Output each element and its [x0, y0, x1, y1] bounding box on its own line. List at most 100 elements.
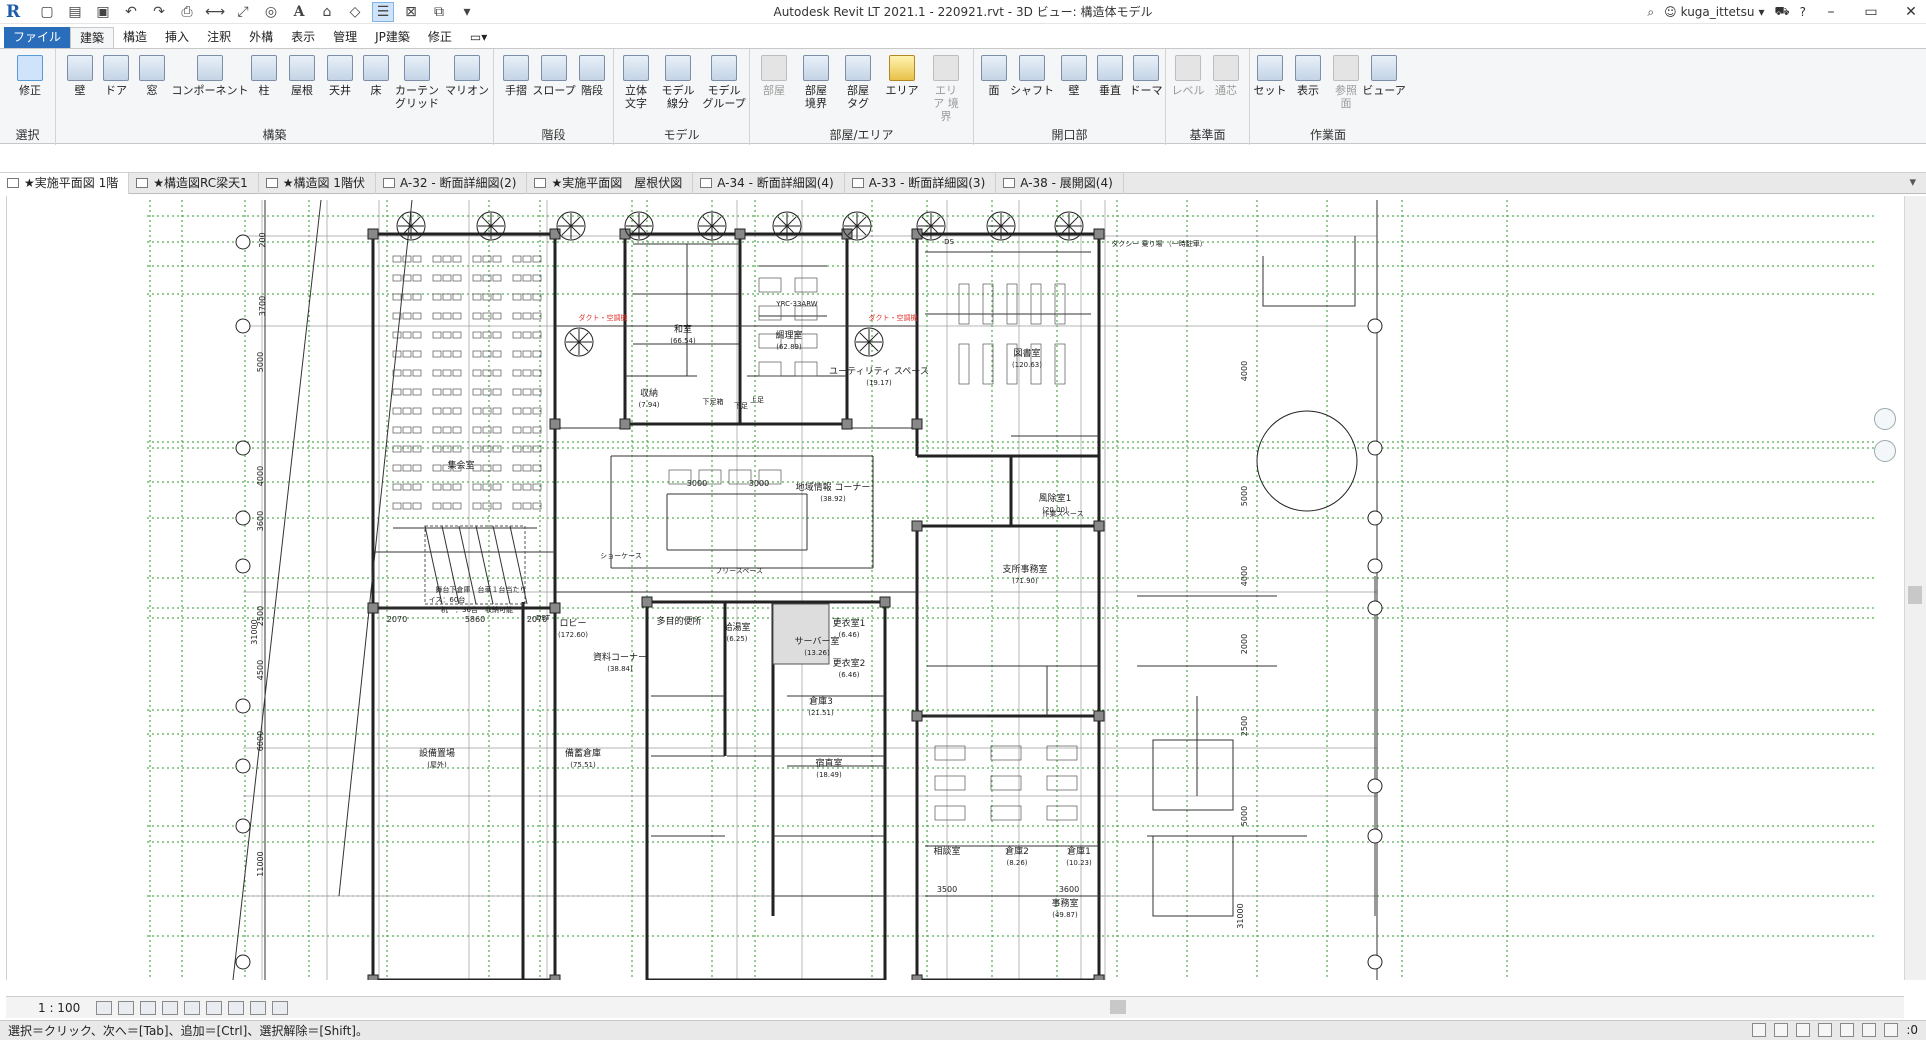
open-icon[interactable]: ▢ — [36, 2, 58, 22]
viewer-button[interactable]: ビューア — [1362, 53, 1406, 123]
horizontal-scroll-thumb[interactable] — [1110, 1000, 1126, 1014]
view-cube-icon[interactable] — [1874, 408, 1896, 430]
filter-icon[interactable] — [1884, 1023, 1899, 1037]
tab-structure[interactable]: 構造 — [114, 27, 156, 48]
view-scale[interactable]: 1 : 100 — [6, 1001, 96, 1015]
room-separator-button[interactable]: 部屋 境界 — [796, 53, 836, 123]
tab-view[interactable]: 表示 — [282, 27, 324, 48]
tab-modify[interactable]: 修正 — [419, 27, 461, 48]
window-button[interactable]: 窓 — [132, 53, 172, 123]
customize-icon[interactable]: ▾ — [456, 2, 478, 22]
group-label-select[interactable]: 選択 — [0, 126, 55, 143]
room-tag-button[interactable]: 部屋 タグ — [838, 53, 878, 123]
thin-lines-icon[interactable]: ☰ — [372, 1, 394, 22]
view-tab[interactable]: A-33 - 断面詳細図(3) — [845, 173, 997, 194]
floor-plan-drawing[interactable]: Y9Y8Y7Y6Y5Y4Y3Y2Y1Y9Y8Y7Y6Y5Y3Y2Y1200370… — [7, 196, 1881, 980]
tag-icon[interactable]: ◎ — [260, 2, 282, 22]
analytical-model-icon[interactable] — [272, 1000, 288, 1015]
shaft-button[interactable]: シャフト — [1010, 53, 1054, 123]
tabs-menu-icon[interactable]: ▾ — [1909, 175, 1916, 190]
crop-view-icon[interactable] — [184, 1000, 200, 1015]
save-icon[interactable]: ▣ — [92, 2, 114, 22]
tab-site[interactable]: 外構 — [240, 27, 282, 48]
measure-icon[interactable]: ⟷ — [204, 2, 226, 22]
print-icon[interactable]: ⎙ — [176, 2, 198, 22]
railing-button[interactable]: 手摺 — [496, 53, 536, 123]
level-button[interactable]: レベル — [1168, 53, 1208, 123]
vertical-opening-button[interactable]: 垂直 — [1090, 53, 1130, 123]
roof-button[interactable]: 屋根 — [282, 53, 322, 123]
close-hidden-icon[interactable]: ⊠ — [400, 2, 422, 22]
set-button[interactable]: セット — [1250, 53, 1290, 123]
redo-icon[interactable]: ↷ — [148, 2, 170, 22]
3d-view-icon[interactable]: ⌂ — [316, 2, 338, 22]
vertical-scrollbar[interactable] — [1904, 196, 1926, 980]
zoom-icon[interactable] — [1874, 440, 1896, 462]
room-button[interactable]: 部屋 — [754, 53, 794, 123]
curtain-grid-button[interactable]: カーテン グリッド — [392, 53, 442, 123]
floor-button[interactable]: 床 — [356, 53, 396, 123]
mullion-button[interactable]: マリオン — [444, 53, 490, 123]
visual-style-icon[interactable] — [118, 1000, 134, 1015]
ref-plane-button[interactable]: 参照 面 — [1326, 53, 1366, 123]
model-line-button[interactable]: モデル 線分 — [658, 53, 698, 123]
dimension-icon[interactable]: ⤢ — [232, 2, 254, 22]
view-tab[interactable]: A-34 - 断面詳細図(4) — [693, 173, 845, 194]
model-group-button[interactable]: モデル グループ — [702, 53, 746, 123]
select-underlay-icon[interactable] — [1774, 1023, 1789, 1037]
close-button[interactable]: ✕ — [1896, 4, 1926, 20]
grid-button[interactable]: 通芯 — [1206, 53, 1246, 123]
wall-opening-button[interactable]: 壁 — [1054, 53, 1094, 123]
maximize-button[interactable]: ▭ — [1856, 4, 1886, 20]
select-links-icon[interactable] — [1752, 1023, 1767, 1037]
modify-button[interactable]: 修正 — [10, 53, 50, 123]
by-face-button[interactable]: 面 — [974, 53, 1014, 123]
show-crop-icon[interactable] — [206, 1000, 222, 1015]
user-account[interactable]: ☺ kuga_ittetsu ▾ — [1664, 5, 1764, 19]
component-button[interactable]: コンポーネント — [172, 53, 249, 123]
minimize-button[interactable]: – — [1816, 4, 1846, 20]
view-tab[interactable]: ★構造図 1階伏 — [259, 173, 376, 194]
background-process-icon[interactable] — [1862, 1023, 1877, 1037]
door-button[interactable]: ドア — [96, 53, 136, 123]
detail-level-icon[interactable] — [96, 1000, 112, 1015]
search-icon[interactable]: ⌕ — [1647, 5, 1654, 20]
tab-manage[interactable]: 管理 — [324, 27, 366, 48]
view-tab[interactable]: A-38 - 展開図(4) — [996, 173, 1124, 194]
view-tab[interactable]: A-32 - 断面詳細図(2) — [376, 173, 528, 194]
sun-path-icon[interactable] — [140, 1000, 156, 1015]
select-pinned-icon[interactable] — [1796, 1023, 1811, 1037]
drag-elements-icon[interactable] — [1840, 1023, 1855, 1037]
drawing-canvas[interactable]: Y9Y8Y7Y6Y5Y4Y3Y2Y1Y9Y8Y7Y6Y5Y3Y2Y1200370… — [6, 196, 1904, 980]
select-by-face-icon[interactable] — [1818, 1023, 1833, 1037]
tab-architecture[interactable]: 建築 — [70, 27, 115, 48]
panel-toggle-icon[interactable]: ▭▾ — [461, 27, 496, 48]
horizontal-scrollbar[interactable] — [320, 998, 1900, 1016]
shadows-icon[interactable] — [162, 1000, 178, 1015]
tab-annotate[interactable]: 注釈 — [198, 27, 240, 48]
area-boundary-button[interactable]: エリア 境界 — [926, 53, 966, 123]
tab-jp-architecture[interactable]: JP建築 — [366, 27, 419, 48]
stair-button[interactable]: 階段 — [572, 53, 612, 123]
text-icon[interactable]: A — [288, 2, 310, 22]
dormer-button[interactable]: ドーマ — [1126, 53, 1166, 123]
temporary-hide-icon[interactable] — [228, 1000, 244, 1015]
area-button[interactable]: エリア — [882, 53, 922, 123]
undo-icon[interactable]: ↶ — [120, 2, 142, 22]
section-icon[interactable]: ◇ — [344, 2, 366, 22]
help-icon[interactable]: ? — [1800, 5, 1806, 19]
column-button[interactable]: 柱 — [244, 53, 284, 123]
open-folder-icon[interactable]: ▤ — [64, 2, 86, 22]
view-tab[interactable]: ★実施平面図 1階 — [0, 173, 130, 194]
wall-button[interactable]: 壁 — [60, 53, 100, 123]
model-text-button[interactable]: 立体 文字 — [616, 53, 656, 123]
ramp-button[interactable]: スロープ — [532, 53, 576, 123]
revit-logo[interactable]: R — [6, 2, 28, 22]
tab-file[interactable]: ファイル — [4, 27, 71, 48]
reveal-hidden-icon[interactable] — [250, 1000, 266, 1015]
vertical-scroll-thumb[interactable] — [1908, 586, 1922, 604]
group-label-room-area[interactable]: 部屋/エリア — [750, 126, 973, 143]
switch-windows-icon[interactable]: ⧉ — [428, 2, 450, 22]
view-tab[interactable]: ★構造図RC梁天1 — [129, 173, 259, 194]
ceiling-button[interactable]: 天井 — [320, 53, 360, 123]
